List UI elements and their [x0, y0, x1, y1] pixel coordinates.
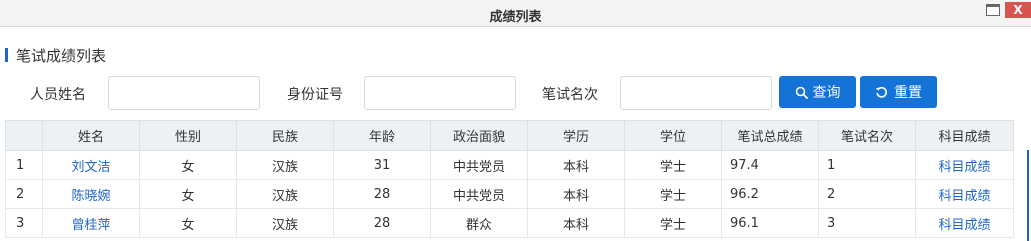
restore-icon[interactable]: [986, 4, 1000, 16]
results-table: 姓名 性别 民族 年龄 政治面貌 学历 学位 笔试总成绩 笔试名次 科目成绩 1…: [5, 120, 1014, 238]
row-rank: 3: [818, 208, 916, 238]
col-header-age[interactable]: 年龄: [333, 120, 431, 151]
row-index: 2: [5, 179, 43, 209]
rank-filter-input[interactable]: [620, 76, 772, 110]
row-ethnicity: 汉族: [236, 179, 334, 209]
row-gender: 女: [139, 179, 237, 209]
row-political: 中共党员: [430, 150, 528, 180]
name-link[interactable]: 陈晓婉: [71, 189, 110, 204]
reset-icon: [875, 86, 887, 98]
reset-button-label: 重置: [894, 85, 922, 101]
col-header-degree[interactable]: 学位: [624, 120, 722, 151]
row-education: 本科: [527, 179, 625, 209]
subject-score-link[interactable]: 科目成绩: [938, 218, 990, 233]
row-index: 1: [5, 150, 43, 180]
reset-button[interactable]: 重置: [860, 76, 937, 108]
col-header-education[interactable]: 学历: [527, 120, 625, 151]
col-header-gender[interactable]: 性别: [139, 120, 237, 151]
window-titlebar: 成绩列表 X: [0, 0, 1031, 27]
row-age: 31: [333, 150, 431, 180]
subject-score-link[interactable]: 科目成绩: [938, 189, 990, 204]
row-subject[interactable]: 科目成绩: [915, 150, 1014, 180]
subject-score-link[interactable]: 科目成绩: [938, 160, 990, 175]
row-degree: 学士: [624, 208, 722, 238]
table-row[interactable]: 3 曾桂萍 女 汉族 28 群众 本科 学士 96.1 3 科目成绩: [5, 208, 1014, 238]
col-header-index: [5, 120, 43, 151]
row-subject[interactable]: 科目成绩: [915, 208, 1014, 238]
row-political: 群众: [430, 208, 528, 238]
table-header-row: 姓名 性别 民族 年龄 政治面貌 学历 学位 笔试总成绩 笔试名次 科目成绩: [5, 120, 1014, 151]
search-icon: [795, 86, 808, 99]
row-education: 本科: [527, 208, 625, 238]
row-score: 96.2: [721, 179, 819, 209]
section-heading: 笔试成绩列表: [5, 46, 107, 65]
close-button[interactable]: X: [1005, 2, 1031, 18]
row-subject[interactable]: 科目成绩: [915, 179, 1014, 209]
row-score: 96.1: [721, 208, 819, 238]
row-rank: 1: [818, 150, 916, 180]
row-degree: 学士: [624, 150, 722, 180]
search-button-label: 查询: [812, 85, 841, 101]
row-name[interactable]: 刘文洁: [42, 150, 140, 180]
row-rank: 2: [818, 179, 916, 209]
name-filter-label: 人员姓名: [30, 87, 86, 103]
col-header-political[interactable]: 政治面貌: [430, 120, 528, 151]
section-accent-bar: [5, 48, 8, 62]
col-header-name[interactable]: 姓名: [42, 120, 140, 151]
window-title: 成绩列表: [489, 10, 542, 25]
search-button[interactable]: 查询: [779, 76, 856, 108]
name-link[interactable]: 刘文洁: [71, 160, 110, 175]
id-filter-label: 身份证号: [287, 87, 343, 103]
rank-filter-label: 笔试名次: [542, 87, 598, 103]
table-row[interactable]: 2 陈晓婉 女 汉族 28 中共党员 本科 学士 96.2 2 科目成绩: [5, 179, 1014, 209]
row-age: 28: [333, 179, 431, 209]
row-name[interactable]: 曾桂萍: [42, 208, 140, 238]
row-education: 本科: [527, 150, 625, 180]
row-degree: 学士: [624, 179, 722, 209]
row-gender: 女: [139, 208, 237, 238]
row-name[interactable]: 陈晓婉: [42, 179, 140, 209]
row-ethnicity: 汉族: [236, 150, 334, 180]
id-filter-input[interactable]: [364, 76, 516, 110]
row-index: 3: [5, 208, 43, 238]
name-filter-input[interactable]: [108, 76, 260, 110]
row-ethnicity: 汉族: [236, 208, 334, 238]
row-gender: 女: [139, 150, 237, 180]
table-row[interactable]: 1 刘文洁 女 汉族 31 中共党员 本科 学士 97.4 1 科目成绩: [5, 150, 1014, 180]
section-title: 笔试成绩列表: [16, 46, 107, 65]
col-header-subject[interactable]: 科目成绩: [915, 120, 1014, 151]
col-header-ethnicity[interactable]: 民族: [236, 120, 334, 151]
col-header-score[interactable]: 笔试总成绩: [721, 120, 819, 151]
row-score: 97.4: [721, 150, 819, 180]
col-header-rank[interactable]: 笔试名次: [818, 120, 916, 151]
row-age: 28: [333, 208, 431, 238]
row-political: 中共党员: [430, 179, 528, 209]
scrollbar-thumb[interactable]: [1027, 150, 1029, 241]
name-link[interactable]: 曾桂萍: [71, 218, 110, 233]
